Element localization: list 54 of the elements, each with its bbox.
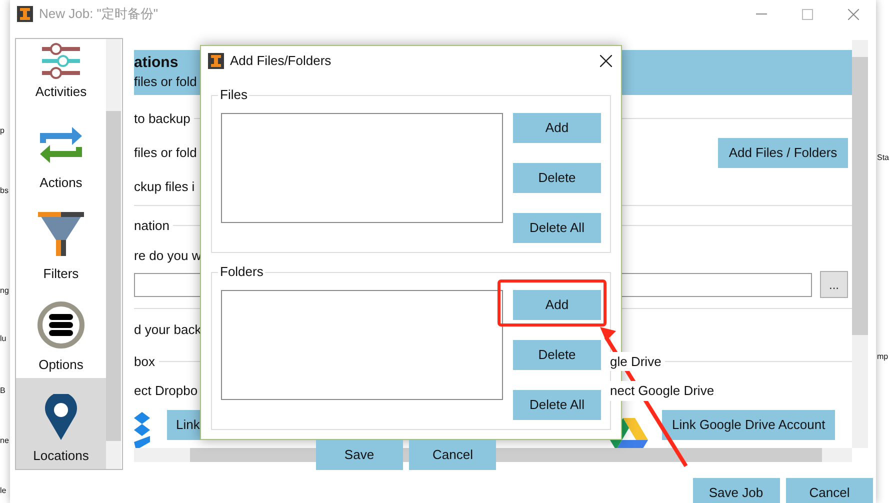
sidebar-item[interactable]: Options	[16, 287, 106, 378]
dialog-title: Add Files/Folders	[230, 52, 332, 70]
text-fragment: ne	[0, 435, 9, 447]
text-fragment: Sta	[877, 152, 890, 164]
dialog-button[interactable]: Delete	[513, 163, 601, 193]
window-title: New Job: "定时备份"	[39, 5, 158, 24]
browse-button[interactable]: ...	[820, 271, 848, 298]
app-icon	[17, 6, 33, 22]
scrollbar[interactable]	[106, 39, 121, 469]
scrollbar[interactable]	[852, 40, 868, 448]
close-icon	[848, 8, 858, 20]
footer-button[interactable]: Cancel	[786, 478, 873, 503]
sidebar-item[interactable]: Filters	[16, 196, 106, 287]
instruction-text: ect Dropbo	[134, 382, 198, 400]
map-pin-icon	[44, 394, 78, 440]
group-label: box	[134, 352, 155, 370]
dialog-button[interactable]: Add	[513, 290, 601, 320]
app-icon	[208, 53, 224, 69]
footer-button[interactable]: Save Job	[692, 478, 780, 503]
dialog-button[interactable]: Delete All	[513, 390, 601, 420]
group-label: to backup	[134, 110, 190, 128]
close-icon	[600, 55, 612, 67]
text-fragment: bs	[0, 185, 8, 197]
link-account-button[interactable]: Link	[167, 410, 200, 440]
sidebar-item[interactable]: Activities	[16, 39, 106, 105]
link-account-button[interactable]: Link Google Drive Account	[662, 410, 836, 440]
dialog-button[interactable]: Delete All	[513, 213, 601, 243]
text-fragment: lu	[0, 333, 6, 345]
text-fragment: p	[0, 125, 4, 137]
instruction-text: d your back	[134, 321, 202, 339]
dropbox-icon	[134, 410, 151, 448]
list-box[interactable]	[221, 290, 503, 400]
dialog-button[interactable]: Cancel	[409, 440, 496, 470]
dialog-button[interactable]: Save	[316, 440, 403, 470]
funnel-icon	[36, 210, 86, 258]
instruction-text: ckup files i	[134, 178, 195, 196]
maximize-icon	[802, 8, 812, 20]
text-fragment: B	[0, 385, 6, 397]
add-files-folders-button[interactable]: Add Files / Folders	[718, 138, 848, 168]
section-title: ations	[134, 54, 178, 72]
instruction-text: nect Google Drive	[610, 381, 714, 400]
text-fragment: ng	[0, 285, 9, 297]
dialog-button[interactable]: Delete	[513, 340, 601, 370]
sidebar-item[interactable]: Locations	[16, 378, 106, 469]
list-box[interactable]	[221, 113, 503, 223]
text-fragment: le	[0, 485, 6, 497]
instruction-text: files or fold	[134, 144, 197, 162]
dialog-button[interactable]: Add	[513, 113, 601, 143]
menu-icon	[37, 301, 85, 350]
group-label: gle Drive	[610, 352, 662, 371]
text-fragment: mp	[877, 351, 888, 363]
section-subtitle: files or fold	[134, 73, 197, 91]
group-label: nation	[134, 217, 170, 235]
sidebar-item[interactable]: Actions	[16, 105, 106, 196]
